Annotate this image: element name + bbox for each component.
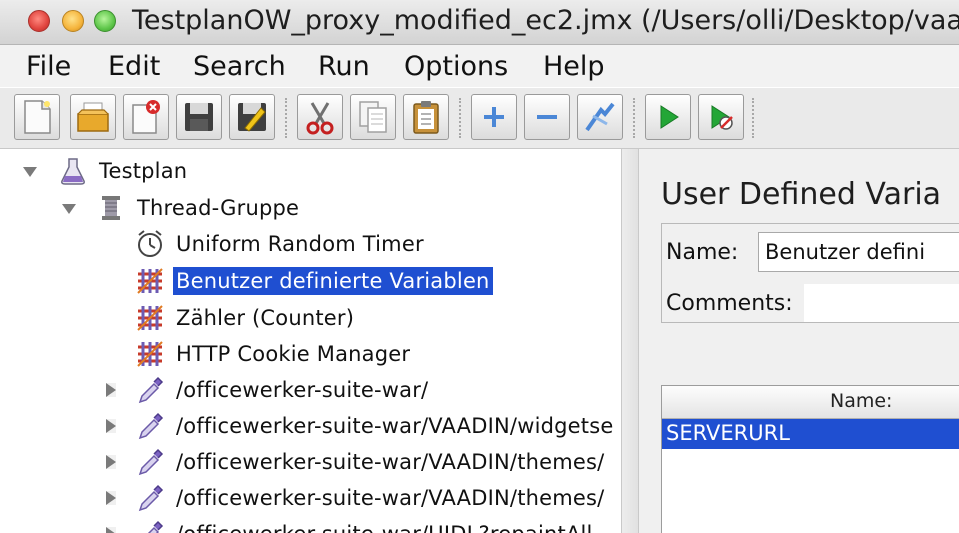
test-plan-tree: Testplan Thread-Gruppe Uniform Random Ti… <box>0 149 621 533</box>
tree-node-sampler[interactable]: /officewerker-suite-war/UIDL?repaintAll <box>135 516 596 533</box>
sampler-pipette-icon <box>138 376 164 404</box>
start-no-timers-icon <box>711 105 733 130</box>
paste-icon <box>413 101 439 134</box>
tree-node-label: /officewerker-suite-war/UIDL?repaintAll <box>173 520 596 533</box>
spool-icon <box>102 196 120 220</box>
tree-node-sampler[interactable]: /officewerker-suite-war/VAADIN/themes/ <box>135 480 607 516</box>
close-file-button[interactable] <box>123 94 169 140</box>
tree-node-zaehler[interactable]: Zähler (Counter) <box>135 300 357 336</box>
tree-node-testplan[interactable]: Testplan <box>58 153 190 189</box>
tree-node-label: Thread-Gruppe <box>137 196 300 220</box>
collapse-all-button[interactable] <box>524 94 570 140</box>
timer-icon <box>138 230 162 257</box>
comments-label: Comments: <box>666 291 793 316</box>
menu-edit[interactable]: Edit <box>108 51 160 82</box>
tree-node-label: HTTP Cookie Manager <box>176 342 411 366</box>
table-cell-name[interactable]: SERVERURL <box>666 421 790 445</box>
tree-node-label: /officewerker-suite-war/VAADIN/themes/ <box>176 450 605 474</box>
save-as-icon <box>238 103 266 132</box>
toggle-icon <box>585 102 615 132</box>
new-icon <box>24 100 51 134</box>
tree-node-label: Uniform Random Timer <box>176 232 424 256</box>
menu-run[interactable]: Run <box>318 51 370 82</box>
name-field[interactable]: Benutzer defini <box>758 232 959 272</box>
toolbar-separator <box>285 98 291 138</box>
menu-file[interactable]: File <box>26 51 71 82</box>
tree-node-label: Zähler (Counter) <box>176 306 355 330</box>
menu-help[interactable]: Help <box>543 51 605 82</box>
save-button[interactable] <box>176 94 222 140</box>
menu-options[interactable]: Options <box>404 51 508 82</box>
name-label: Name: <box>666 240 739 265</box>
tree-node-http-cookie-manager[interactable]: HTTP Cookie Manager <box>135 336 413 372</box>
collapse-arrow[interactable] <box>106 491 116 505</box>
sampler-pipette-icon <box>138 448 164 476</box>
menu-bar: File Edit Search Run Options Help <box>0 45 959 87</box>
toggle-button[interactable] <box>577 94 623 140</box>
copy-icon <box>359 101 387 133</box>
collapse-icon <box>537 115 557 119</box>
element-panel: User Defined Varia Name: Benutzer defini… <box>639 149 959 533</box>
tree-node-sampler[interactable]: /officewerker-suite-war/VAADIN/widgetse <box>135 408 616 444</box>
copy-button[interactable] <box>350 94 396 140</box>
split-pane-divider[interactable] <box>621 149 639 533</box>
save-icon <box>185 103 213 131</box>
open-icon <box>77 102 109 132</box>
toolbar-separator <box>459 98 465 138</box>
tree-node-thread-gruppe[interactable]: Thread-Gruppe <box>96 190 302 226</box>
close-file-icon <box>132 100 160 134</box>
column-header-name[interactable]: Name: <box>830 390 892 412</box>
sampler-pipette-icon <box>138 484 164 512</box>
tree-node-label: Benutzer definierte Variablen <box>173 267 493 295</box>
minimize-window-button[interactable] <box>62 10 84 32</box>
tree-node-label: /officewerker-suite-war/ <box>176 378 429 402</box>
config-element-icon <box>137 341 163 367</box>
config-element-icon <box>137 268 163 294</box>
expand-arrow[interactable] <box>23 167 37 177</box>
variables-table: Name: SERVERURL <box>661 385 959 533</box>
tree-node-label: /officewerker-suite-war/VAADIN/themes/ <box>176 486 605 510</box>
open-button[interactable] <box>70 94 116 140</box>
expand-arrow[interactable] <box>62 204 76 214</box>
menu-search[interactable]: Search <box>193 51 286 82</box>
collapse-arrow[interactable] <box>106 455 116 469</box>
panel-title: User Defined Varia <box>661 177 942 212</box>
close-window-button[interactable] <box>28 10 50 32</box>
collapse-arrow[interactable] <box>106 527 116 533</box>
window-title: TestplanOW_proxy_modified_ec2.jmx (/User… <box>132 5 959 36</box>
table-row[interactable]: SERVERURL <box>662 419 959 449</box>
collapse-arrow[interactable] <box>106 419 116 433</box>
collapse-arrow[interactable] <box>106 383 116 397</box>
expand-icon <box>484 107 504 127</box>
tree-node-sampler[interactable]: /officewerker-suite-war/ <box>135 372 431 408</box>
cut-button[interactable] <box>297 94 343 140</box>
flask-icon <box>61 158 85 185</box>
zoom-window-button[interactable] <box>94 10 116 32</box>
toolbar <box>0 88 959 149</box>
tree-node-sampler[interactable]: /officewerker-suite-war/VAADIN/themes/ <box>135 444 607 480</box>
new-button[interactable] <box>14 94 60 140</box>
start-icon <box>660 105 679 129</box>
comments-field[interactable] <box>804 284 959 322</box>
name-comments-box: Name: Benutzer defini Comments: <box>661 223 959 323</box>
expand-all-button[interactable] <box>471 94 517 140</box>
tree-node-uniform-random-timer[interactable]: Uniform Random Timer <box>135 226 427 262</box>
cut-icon <box>306 102 334 135</box>
tree-node-benutzer-definierte-variablen[interactable]: Benutzer definierte Variablen <box>135 263 493 299</box>
sampler-pipette-icon <box>138 412 164 440</box>
tree-node-label: Testplan <box>99 159 188 183</box>
config-element-icon <box>137 305 163 331</box>
table-header: Name: <box>662 386 959 419</box>
save-as-button[interactable] <box>229 94 275 140</box>
toolbar-separator <box>633 98 639 138</box>
toolbar-separator <box>752 98 758 138</box>
title-bar: TestplanOW_proxy_modified_ec2.jmx (/User… <box>0 0 959 45</box>
tree-node-label: /officewerker-suite-war/VAADIN/widgetse <box>176 414 614 438</box>
start-no-timers-button[interactable] <box>698 94 744 140</box>
start-button[interactable] <box>645 94 691 140</box>
sampler-pipette-icon <box>147 520 164 533</box>
paste-button[interactable] <box>403 94 449 140</box>
